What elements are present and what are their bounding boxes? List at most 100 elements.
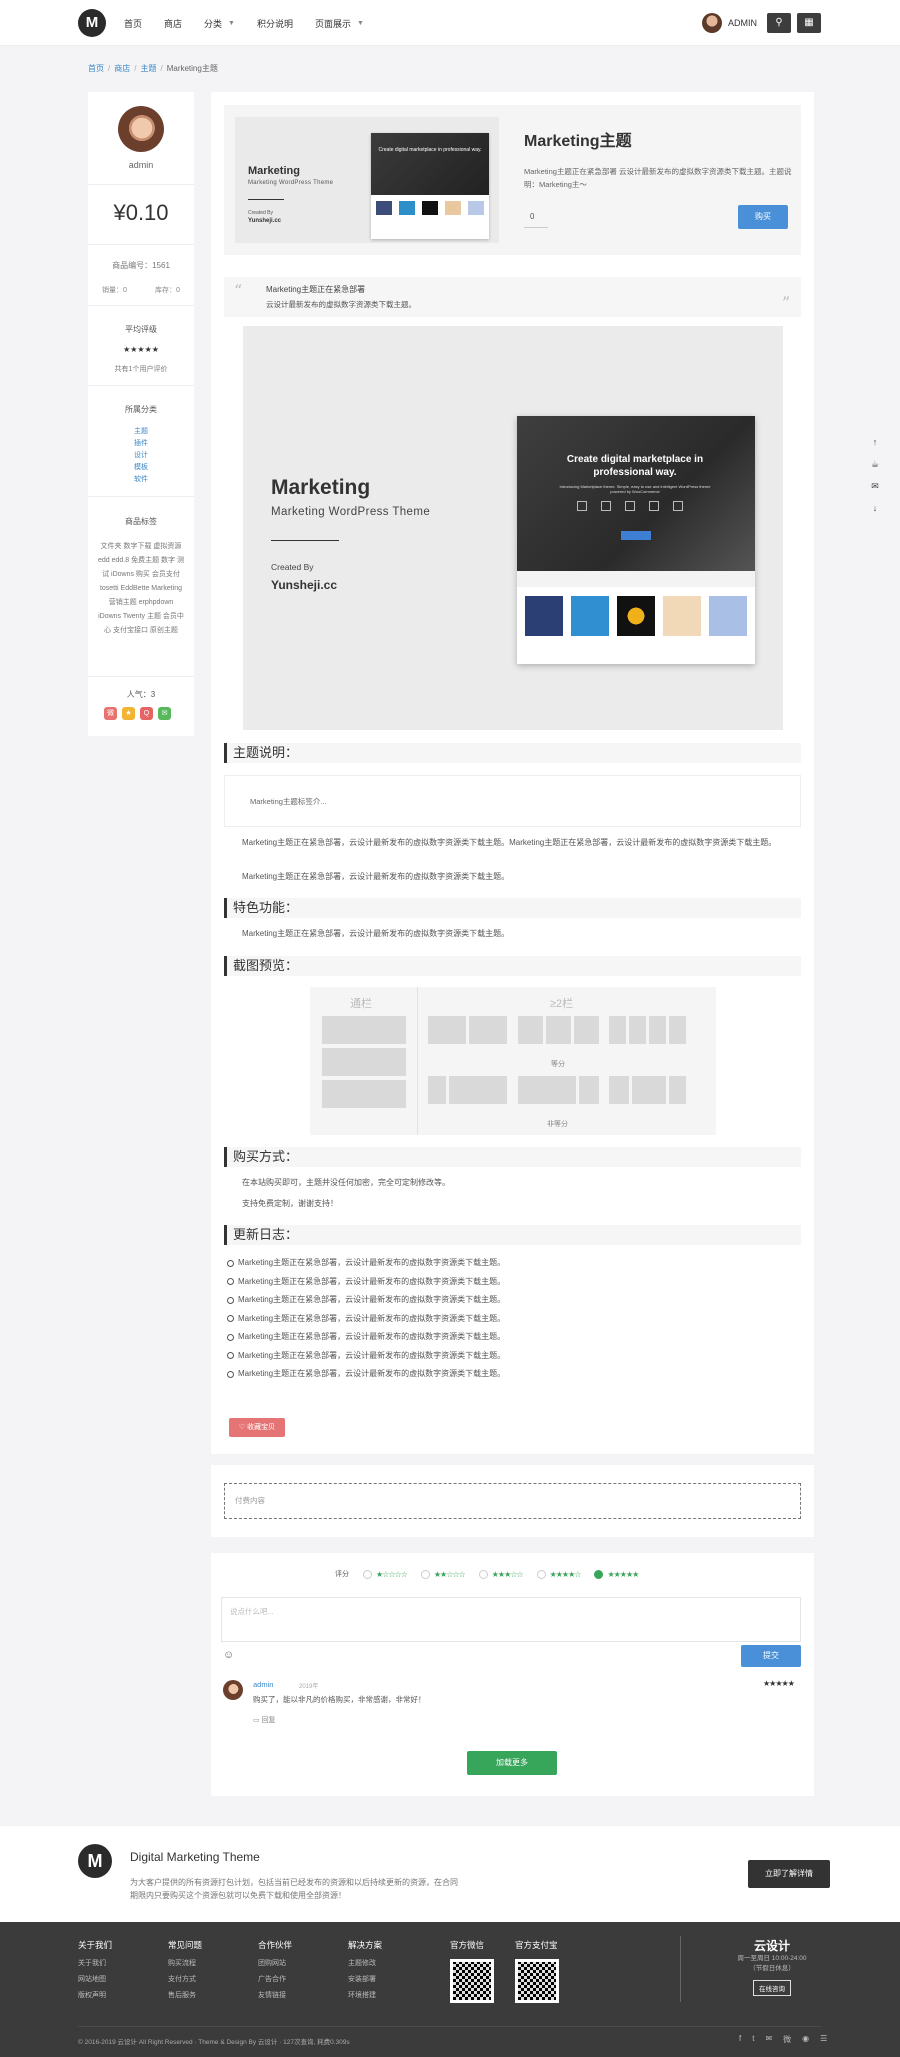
comment-date: 2019年 xyxy=(299,1684,319,1690)
layout-block xyxy=(629,1016,646,1044)
layout-caption: 等分 xyxy=(551,1061,565,1068)
submit-button[interactable]: 提交 xyxy=(741,1645,801,1667)
divider xyxy=(88,496,194,497)
star-icon: ★★★★☆ xyxy=(549,1569,582,1579)
site-logo[interactable]: M xyxy=(78,9,106,37)
thumb-created-by: Created By xyxy=(248,210,274,216)
feature-icon xyxy=(625,501,635,511)
footer-link[interactable]: 环境搭建 xyxy=(348,1988,382,2004)
product-thumbnail[interactable]: Marketing Marketing WordPress Theme Crea… xyxy=(235,117,499,243)
author-avatar[interactable] xyxy=(118,106,164,152)
footer-link[interactable]: 版权声明 xyxy=(78,1988,112,2004)
tag-cloud[interactable]: 文件夹 数字下载 虚拟资源 edd edd.8 免费主题 数字 测试 iDown… xyxy=(98,540,184,638)
rating-option[interactable]: ★★☆☆☆ xyxy=(420,1569,466,1579)
quantity-input[interactable]: 0 xyxy=(524,212,548,228)
qq-icon[interactable]: ◉ xyxy=(802,2034,809,2045)
search-button[interactable]: ⚲ xyxy=(767,13,791,33)
breadcrumb-shop[interactable]: 商店 xyxy=(114,64,130,73)
main-nav: 首页 商店 分类 ▼ 积分说明 页面展示 ▼ xyxy=(124,0,386,46)
footer-link[interactable]: 购买流程 xyxy=(168,1956,202,1972)
coffee-icon[interactable]: ☕ xyxy=(866,453,884,475)
footer-link[interactable]: 安装部署 xyxy=(348,1972,382,1988)
author-name[interactable]: admin xyxy=(88,160,194,170)
consult-button[interactable]: 在线咨询 xyxy=(753,1980,791,1996)
favorite-button[interactable]: ♡ 收藏宝贝 xyxy=(229,1418,285,1437)
qq-icon[interactable]: Q xyxy=(140,707,153,720)
breadcrumb-theme[interactable]: 主题 xyxy=(140,64,156,73)
paragraph: Marketing主题正在紧急部署，云设计最新发布的虚拟数字资源类下载主题。Ma… xyxy=(242,838,777,847)
site-header: M 首页 商店 分类 ▼ 积分说明 页面展示 ▼ ADMIN ⚲ ▦ xyxy=(0,0,900,46)
radio[interactable] xyxy=(536,1569,546,1579)
breadcrumb-sep: / xyxy=(134,64,137,73)
wechat-icon[interactable]: ✉ xyxy=(158,707,171,720)
rating-option-selected[interactable]: ★★★★★ xyxy=(594,1569,639,1579)
paragraph: Marketing主题正在紧急部署，云设计最新发布的虚拟数字资源类下载主题。 xyxy=(242,929,510,938)
chevron-down-icon: ▼ xyxy=(357,19,364,27)
footer-link[interactable]: 关于我们 xyxy=(78,1956,112,1972)
nav-item-points[interactable]: 积分说明 xyxy=(257,17,293,30)
radio[interactable] xyxy=(420,1569,430,1579)
rating-option[interactable]: ★★★★☆ xyxy=(536,1569,582,1579)
breadcrumb-sep: / xyxy=(160,64,163,73)
list-item: Marketing主题正在紧急部署，云设计最新发布的虚拟数字资源类下载主题。 xyxy=(227,1347,797,1366)
buy-button[interactable]: 购买 xyxy=(738,205,788,229)
grid-icon: ▦ xyxy=(804,17,814,28)
nav-item-home[interactable]: 首页 xyxy=(124,17,142,30)
back-to-top-icon[interactable]: ↑ xyxy=(866,431,884,453)
comment-input[interactable]: 说点什么吧... xyxy=(221,1597,801,1642)
emoji-icon[interactable]: ☺ xyxy=(223,1649,234,1661)
footer-link[interactable]: 广告合作 xyxy=(258,1972,292,1988)
learn-more-button[interactable]: 立即了解详情 xyxy=(748,1860,830,1888)
layout-block xyxy=(574,1016,599,1044)
layout-block xyxy=(579,1076,599,1104)
rating-option[interactable]: ★☆☆☆☆ xyxy=(363,1569,408,1579)
list-item: Marketing主题正在紧急部署，云设计最新发布的虚拟数字资源类下载主题。 xyxy=(227,1254,797,1273)
mail-icon[interactable]: ✉ xyxy=(765,2034,772,2045)
nav-item-shop[interactable]: 商店 xyxy=(164,17,182,30)
radio[interactable] xyxy=(363,1569,372,1579)
facebook-icon[interactable]: f xyxy=(739,2034,741,2045)
list-item-text: Marketing主题正在紧急部署，云设计最新发布的虚拟数字资源类下载主题。 xyxy=(238,1313,506,1323)
nav-item-category[interactable]: 分类 ▼ xyxy=(204,17,235,30)
category-link[interactable]: 软件 xyxy=(88,474,194,484)
screenshot-hero: Create digital marketplace in profession… xyxy=(371,133,489,195)
section-title: 特色功能： xyxy=(224,898,801,918)
product-id: 商品编号：1561 xyxy=(112,261,170,270)
comment-author[interactable]: admin xyxy=(253,1680,273,1689)
twitter-icon[interactable]: t xyxy=(752,2034,754,2045)
divider xyxy=(78,2026,822,2027)
product-card-thumb xyxy=(399,201,416,215)
reply-icon: ▭ xyxy=(253,1717,262,1724)
category-link[interactable]: 设计 xyxy=(88,450,194,460)
user-menu[interactable]: ADMIN xyxy=(702,13,757,33)
divider xyxy=(88,385,194,386)
radio[interactable] xyxy=(478,1569,488,1579)
rating-option[interactable]: ★★★☆☆ xyxy=(478,1569,524,1579)
screenshot-icons xyxy=(577,501,697,511)
paid-content-card: 付费内容 xyxy=(211,1465,814,1537)
footer-link[interactable]: 友情链接 xyxy=(258,1988,292,2004)
rss-icon[interactable]: ☰ xyxy=(820,2034,827,2045)
weibo-icon[interactable]: 微 xyxy=(104,707,117,720)
breadcrumb: 首页 / 商店 / 主题 / Marketing主题 xyxy=(88,63,218,74)
qzone-icon[interactable]: ★ xyxy=(122,707,135,720)
apps-button[interactable]: ▦ xyxy=(797,13,821,33)
reply-button[interactable]: ▭ 回复 xyxy=(253,1715,276,1725)
footer-link[interactable]: 团购网站 xyxy=(258,1956,292,1972)
footer-link[interactable]: 主题修改 xyxy=(348,1956,382,1972)
nav-item-pages[interactable]: 页面展示 ▼ xyxy=(315,17,364,30)
go-bottom-icon[interactable]: ↓ xyxy=(866,497,884,519)
user-name: ADMIN xyxy=(728,18,757,28)
footer-link[interactable]: 网站地图 xyxy=(78,1972,112,1988)
footer-link[interactable]: 支付方式 xyxy=(168,1972,202,1988)
breadcrumb-home[interactable]: 首页 xyxy=(88,64,104,73)
load-more-button[interactable]: 加载更多 xyxy=(467,1751,557,1775)
category-link[interactable]: 插件 xyxy=(88,438,194,448)
category-link[interactable]: 主题 xyxy=(88,426,194,436)
category-link[interactable]: 模板 xyxy=(88,462,194,472)
weibo-icon[interactable]: 微 xyxy=(783,2034,791,2045)
product-card-thumb xyxy=(444,201,461,215)
footer-link[interactable]: 售后服务 xyxy=(168,1988,202,2004)
radio-checked[interactable] xyxy=(594,1569,604,1579)
comment-icon[interactable]: ✉ xyxy=(866,475,884,497)
